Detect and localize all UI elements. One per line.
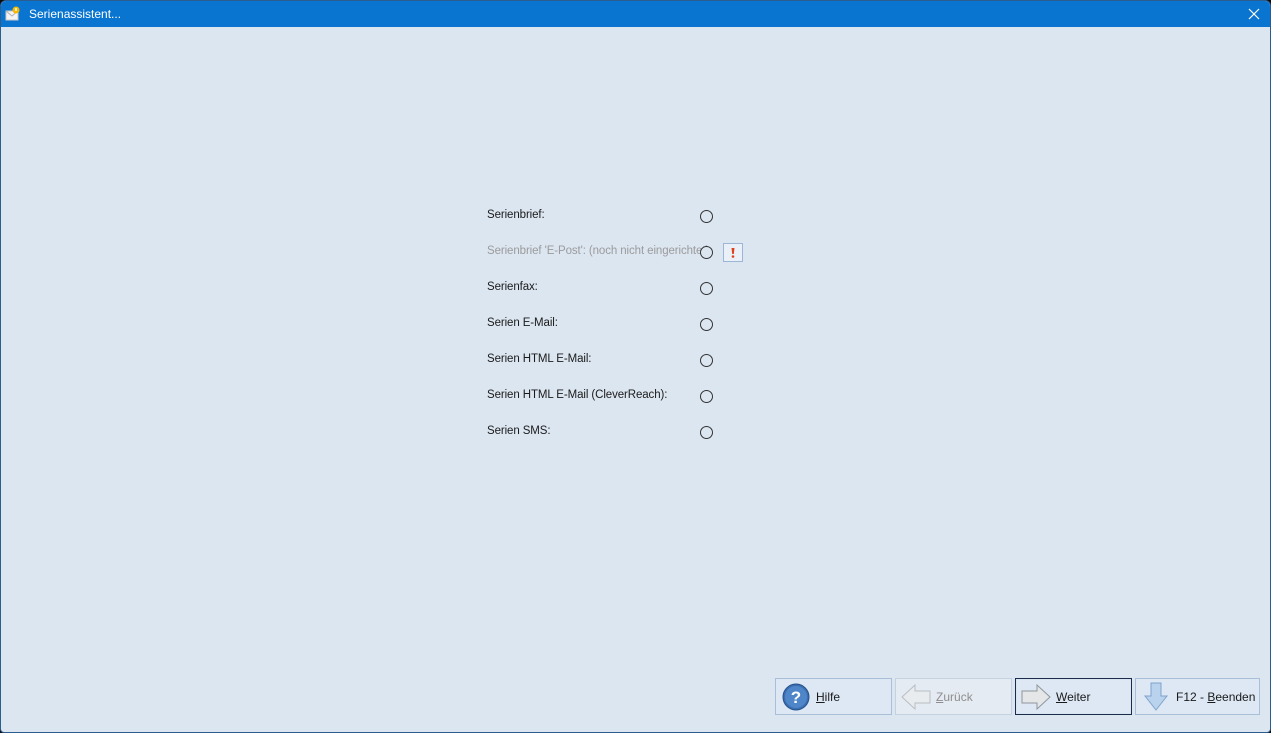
close-icon (1248, 8, 1260, 20)
radio-serien-sms[interactable] (700, 426, 713, 439)
radio-serien-html-email[interactable] (700, 354, 713, 367)
next-button-label: Weiter (1056, 689, 1091, 704)
arrow-right-icon (1020, 681, 1052, 713)
radio-serienbrief-epost[interactable] (700, 246, 713, 259)
back-accel: Z (936, 689, 944, 704)
option-label-serien-html-email: Serien HTML E-Mail: (487, 353, 592, 365)
wizard-window: Serienassistent... Serienbrief: Serienbr… (0, 0, 1271, 733)
back-button[interactable]: Zurück (895, 678, 1012, 715)
exclamation-icon (731, 247, 735, 258)
help-button[interactable]: ? Hilfe (775, 678, 892, 715)
exit-accel: B (1207, 689, 1216, 704)
arrow-down-icon (1140, 681, 1172, 713)
help-accel: H (816, 689, 825, 704)
radio-serienfax[interactable] (700, 282, 713, 295)
exit-button[interactable]: F12 - Beenden (1135, 678, 1260, 715)
exit-button-label: F12 - Beenden (1176, 689, 1256, 704)
option-label-serienbrief-epost: Serienbrief 'E-Post': (noch nicht einger… (487, 245, 710, 257)
window-title: Serienassistent... (29, 7, 122, 21)
svg-text:?: ? (791, 688, 801, 707)
next-accel: W (1056, 689, 1068, 704)
arrow-left-icon (900, 681, 932, 713)
option-label-serien-html-email-cleverreach: Serien HTML E-Mail (CleverReach): (487, 389, 668, 401)
wizard-content: Serienbrief: Serienbrief 'E-Post': (noch… (1, 27, 1270, 732)
back-button-label: Zurück (936, 689, 973, 704)
option-label-serien-sms: Serien SMS: (487, 425, 551, 437)
radio-serien-email[interactable] (700, 318, 713, 331)
title-bar[interactable]: Serienassistent... (1, 1, 1270, 27)
radio-serien-html-email-cleverreach[interactable] (700, 390, 713, 403)
close-button[interactable] (1238, 1, 1270, 27)
next-button[interactable]: Weiter (1015, 678, 1132, 715)
help-question-icon: ? (780, 681, 812, 713)
help-button-label: Hilfe (816, 689, 841, 704)
radio-serienbrief[interactable] (700, 210, 713, 223)
option-label-serienfax: Serienfax: (487, 281, 538, 293)
app-icon (5, 6, 21, 22)
epost-info-button[interactable] (723, 243, 743, 262)
option-label-serien-email: Serien E-Mail: (487, 317, 558, 329)
option-label-serienbrief: Serienbrief: (487, 209, 545, 221)
